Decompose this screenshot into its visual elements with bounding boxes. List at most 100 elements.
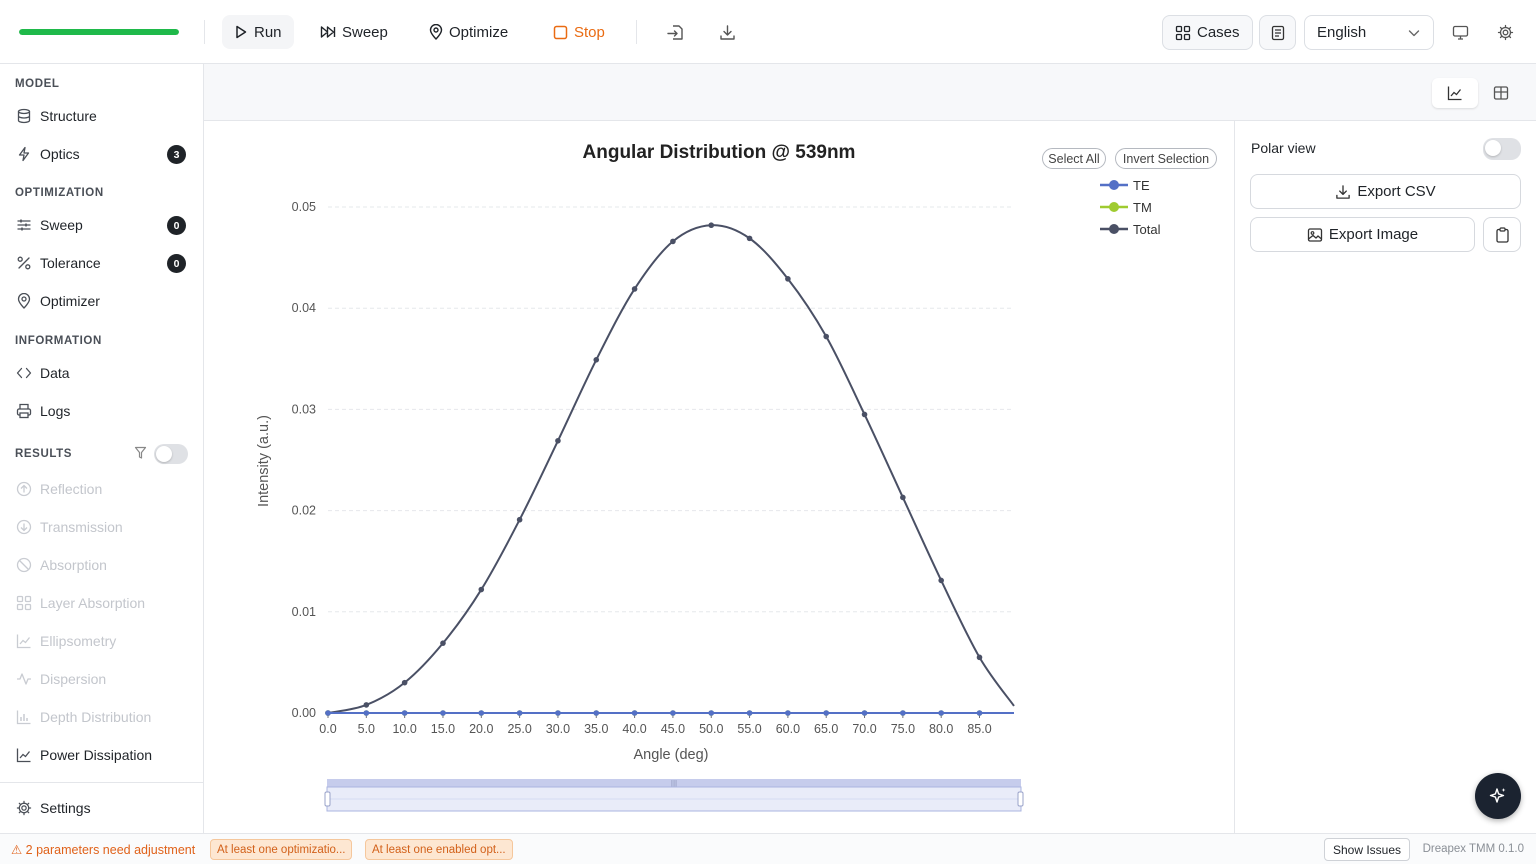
x-tick-label: 80.0 <box>929 722 953 736</box>
count-badge: 3 <box>167 145 186 164</box>
data-point-total <box>478 586 485 593</box>
legend-item-total[interactable]: Total <box>1100 222 1161 237</box>
parameter-warning[interactable]: ⚠ 2 parameters need adjustment <box>11 842 195 857</box>
sidebar-item-layer-absorption[interactable]: Layer Absorption <box>15 588 190 618</box>
chart-view-button[interactable] <box>1432 78 1478 108</box>
results-header <box>204 64 1536 121</box>
data-point-te <box>976 710 983 716</box>
download-button[interactable] <box>709 15 745 49</box>
sidebar-item-optimizer[interactable]: Optimizer <box>15 286 190 316</box>
select-all-label: Select All <box>1048 152 1099 166</box>
export-csv-button[interactable]: Export CSV <box>1250 174 1521 209</box>
table-view-button[interactable] <box>1478 78 1524 108</box>
copy-image-button[interactable] <box>1483 217 1521 252</box>
sidebar-item-dispersion[interactable]: Dispersion <box>15 664 190 694</box>
display-button[interactable] <box>1442 15 1478 49</box>
data-point-te <box>555 710 561 716</box>
data-point-te <box>861 710 868 716</box>
y-axis-label: Intensity (a.u.) <box>256 415 272 507</box>
import-icon <box>666 24 683 40</box>
ai-assistant-button[interactable] <box>1475 773 1521 819</box>
data-point-total <box>363 702 370 708</box>
legend-label: Total <box>1133 222 1161 237</box>
angular-distribution-chart[interactable]: Angular Distribution @ 539nm Select All … <box>204 121 1234 833</box>
download-icon <box>719 24 735 40</box>
zoom-handle-right[interactable] <box>1017 791 1024 807</box>
settings-gear-button[interactable] <box>1487 15 1523 49</box>
sidebar-item-tolerance[interactable]: Tolerance 0 <box>15 248 190 278</box>
sidebar-item-settings[interactable]: Settings <box>15 793 190 823</box>
import-button[interactable] <box>657 15 693 49</box>
sweep-button[interactable]: Sweep <box>308 15 400 49</box>
sidebar-item-transmission[interactable]: Transmission <box>15 512 190 542</box>
run-button[interactable]: Run <box>222 15 294 49</box>
results-heading: RESULTS <box>15 448 73 460</box>
data-point-te <box>708 710 715 716</box>
cases-button[interactable]: Cases <box>1162 15 1253 50</box>
legend-item-te[interactable]: TE <box>1100 178 1150 193</box>
export-image-button[interactable]: Export Image <box>1250 217 1475 252</box>
zoom-slider[interactable]: ||| <box>324 779 1024 812</box>
y-tick-label: 0.05 <box>292 200 316 214</box>
sidebar-item-label: Ellipsometry <box>40 633 117 649</box>
y-tick-label: 0.00 <box>292 706 316 720</box>
data-point-total <box>938 577 944 584</box>
chart-series <box>325 222 1015 716</box>
legend-label: TM <box>1133 200 1152 215</box>
sidebar-item-label: Optics <box>40 146 80 162</box>
x-tick-label: 75.0 <box>891 722 915 736</box>
y-axis-ticks: 0.00 0.01 0.02 0.03 0.04 0.05 <box>292 200 316 720</box>
status-bar: ⚠ 2 parameters need adjustment At least … <box>0 833 1536 864</box>
data-point-te <box>593 710 600 716</box>
sidebar-item-sweep[interactable]: Sweep 0 <box>15 210 190 240</box>
series-line-total <box>327 224 1015 714</box>
x-tick-label: 85.0 <box>967 722 991 736</box>
sidebar-item-optics[interactable]: Optics 3 <box>15 139 190 169</box>
data-point-te <box>823 710 830 716</box>
select-all-button[interactable]: Select All <box>1042 148 1106 169</box>
legend-marker <box>1109 202 1119 212</box>
notes-button[interactable] <box>1259 15 1296 50</box>
data-point-te <box>478 710 485 716</box>
show-issues-button[interactable]: Show Issues <box>1324 838 1411 861</box>
grid-icon <box>1175 25 1191 40</box>
data-point-total <box>401 679 408 686</box>
chart-area: Angular Distribution @ 539nm Select All … <box>204 121 1234 833</box>
bar-chart-icon <box>15 709 32 726</box>
x-axis-ticks: 0.0 5.0 10.0 15.0 20.0 25.0 30.0 35.0 40.0 45.0 50… <box>319 713 992 736</box>
sidebar-item-absorption[interactable]: Absorption <box>15 550 190 580</box>
data-point-total <box>593 357 600 363</box>
zoom-handle-left[interactable] <box>324 791 331 807</box>
sidebar-item-label: Power Dissipation <box>40 747 153 763</box>
sidebar-item-depth-distribution[interactable]: Depth Distribution <box>15 702 190 732</box>
sidebar-item-structure[interactable]: Structure <box>15 101 190 131</box>
sidebar-item-ellipsometry[interactable]: Ellipsometry <box>15 626 190 656</box>
sidebar-item-data[interactable]: Data <box>15 358 190 388</box>
filter-icon[interactable] <box>134 446 147 460</box>
issue-chip[interactable]: At least one enabled opt... <box>365 839 513 860</box>
issue-chip[interactable]: At least one optimizatio... <box>210 839 353 860</box>
polar-view-toggle[interactable] <box>1483 138 1521 160</box>
download-icon <box>1336 184 1351 199</box>
data-point-total <box>631 286 638 292</box>
x-tick-label: 20.0 <box>469 722 493 736</box>
sidebar-item-logs[interactable]: Logs <box>15 396 190 426</box>
optimize-button[interactable]: Optimize <box>417 15 520 49</box>
data-point-total <box>555 437 561 444</box>
stop-icon <box>553 25 568 39</box>
legend-item-tm[interactable]: TM <box>1100 200 1152 215</box>
results-filter-toggle[interactable] <box>154 444 188 464</box>
line-chart-icon <box>1447 86 1462 101</box>
x-axis-label: Angle (deg) <box>634 747 709 763</box>
data-point-te <box>670 710 676 716</box>
sidebar-item-power-dissipation[interactable]: Power Dissipation <box>15 740 190 770</box>
sidebar-item-label: Structure <box>40 108 97 124</box>
language-select[interactable]: English <box>1304 15 1434 50</box>
invert-selection-button[interactable]: Invert Selection <box>1115 148 1217 169</box>
data-point-te <box>516 710 523 716</box>
sidebar-item-label: Data <box>40 365 70 381</box>
sidebar-item-reflection[interactable]: Reflection <box>15 474 190 504</box>
data-point-te <box>938 710 944 716</box>
x-tick-label: 25.0 <box>507 722 531 736</box>
stop-button[interactable]: Stop <box>541 15 617 49</box>
